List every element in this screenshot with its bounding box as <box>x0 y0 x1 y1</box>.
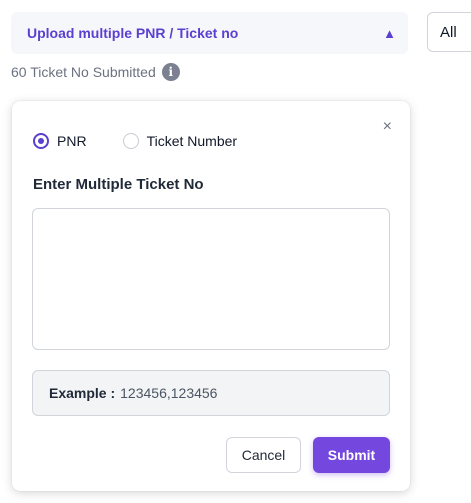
radio-option-pnr[interactable]: PNR <box>33 133 87 149</box>
ticket-type-radio-group: PNR Ticket Number <box>33 133 273 149</box>
upload-multiple-toggle[interactable]: Upload multiple PNR / Ticket no ▲ <box>11 12 408 54</box>
close-icon[interactable]: × <box>383 119 392 135</box>
cancel-button[interactable]: Cancel <box>226 437 301 473</box>
submitted-count-text: 60 Ticket No Submitted <box>11 64 156 80</box>
radio-ticket-number[interactable] <box>122 133 139 149</box>
section-title: Enter Multiple Ticket No <box>33 176 204 193</box>
filter-select[interactable]: All <box>427 12 471 52</box>
radio-pnr-label: PNR <box>57 133 87 149</box>
filter-selected-value: All <box>440 23 457 41</box>
submit-button[interactable]: Submit <box>313 437 390 473</box>
info-icon[interactable]: i <box>161 63 180 81</box>
radio-option-ticket-number[interactable]: Ticket Number <box>122 133 238 149</box>
radio-ticket-number-label: Ticket Number <box>146 133 238 149</box>
upload-multiple-label: Upload multiple PNR / Ticket no <box>27 25 239 41</box>
example-value: 123456,123456 <box>120 385 218 401</box>
caret-up-icon[interactable]: ▲ <box>383 27 396 40</box>
radio-pnr[interactable] <box>33 133 49 149</box>
upload-modal: × PNR Ticket Number Enter Multiple Ticke… <box>12 101 410 491</box>
submitted-count: 60 Ticket No Submitted i <box>11 62 180 82</box>
example-label: Example : <box>49 385 116 401</box>
ticket-numbers-textarea[interactable] <box>32 208 390 350</box>
example-hint: Example : 123456,123456 <box>32 370 390 416</box>
